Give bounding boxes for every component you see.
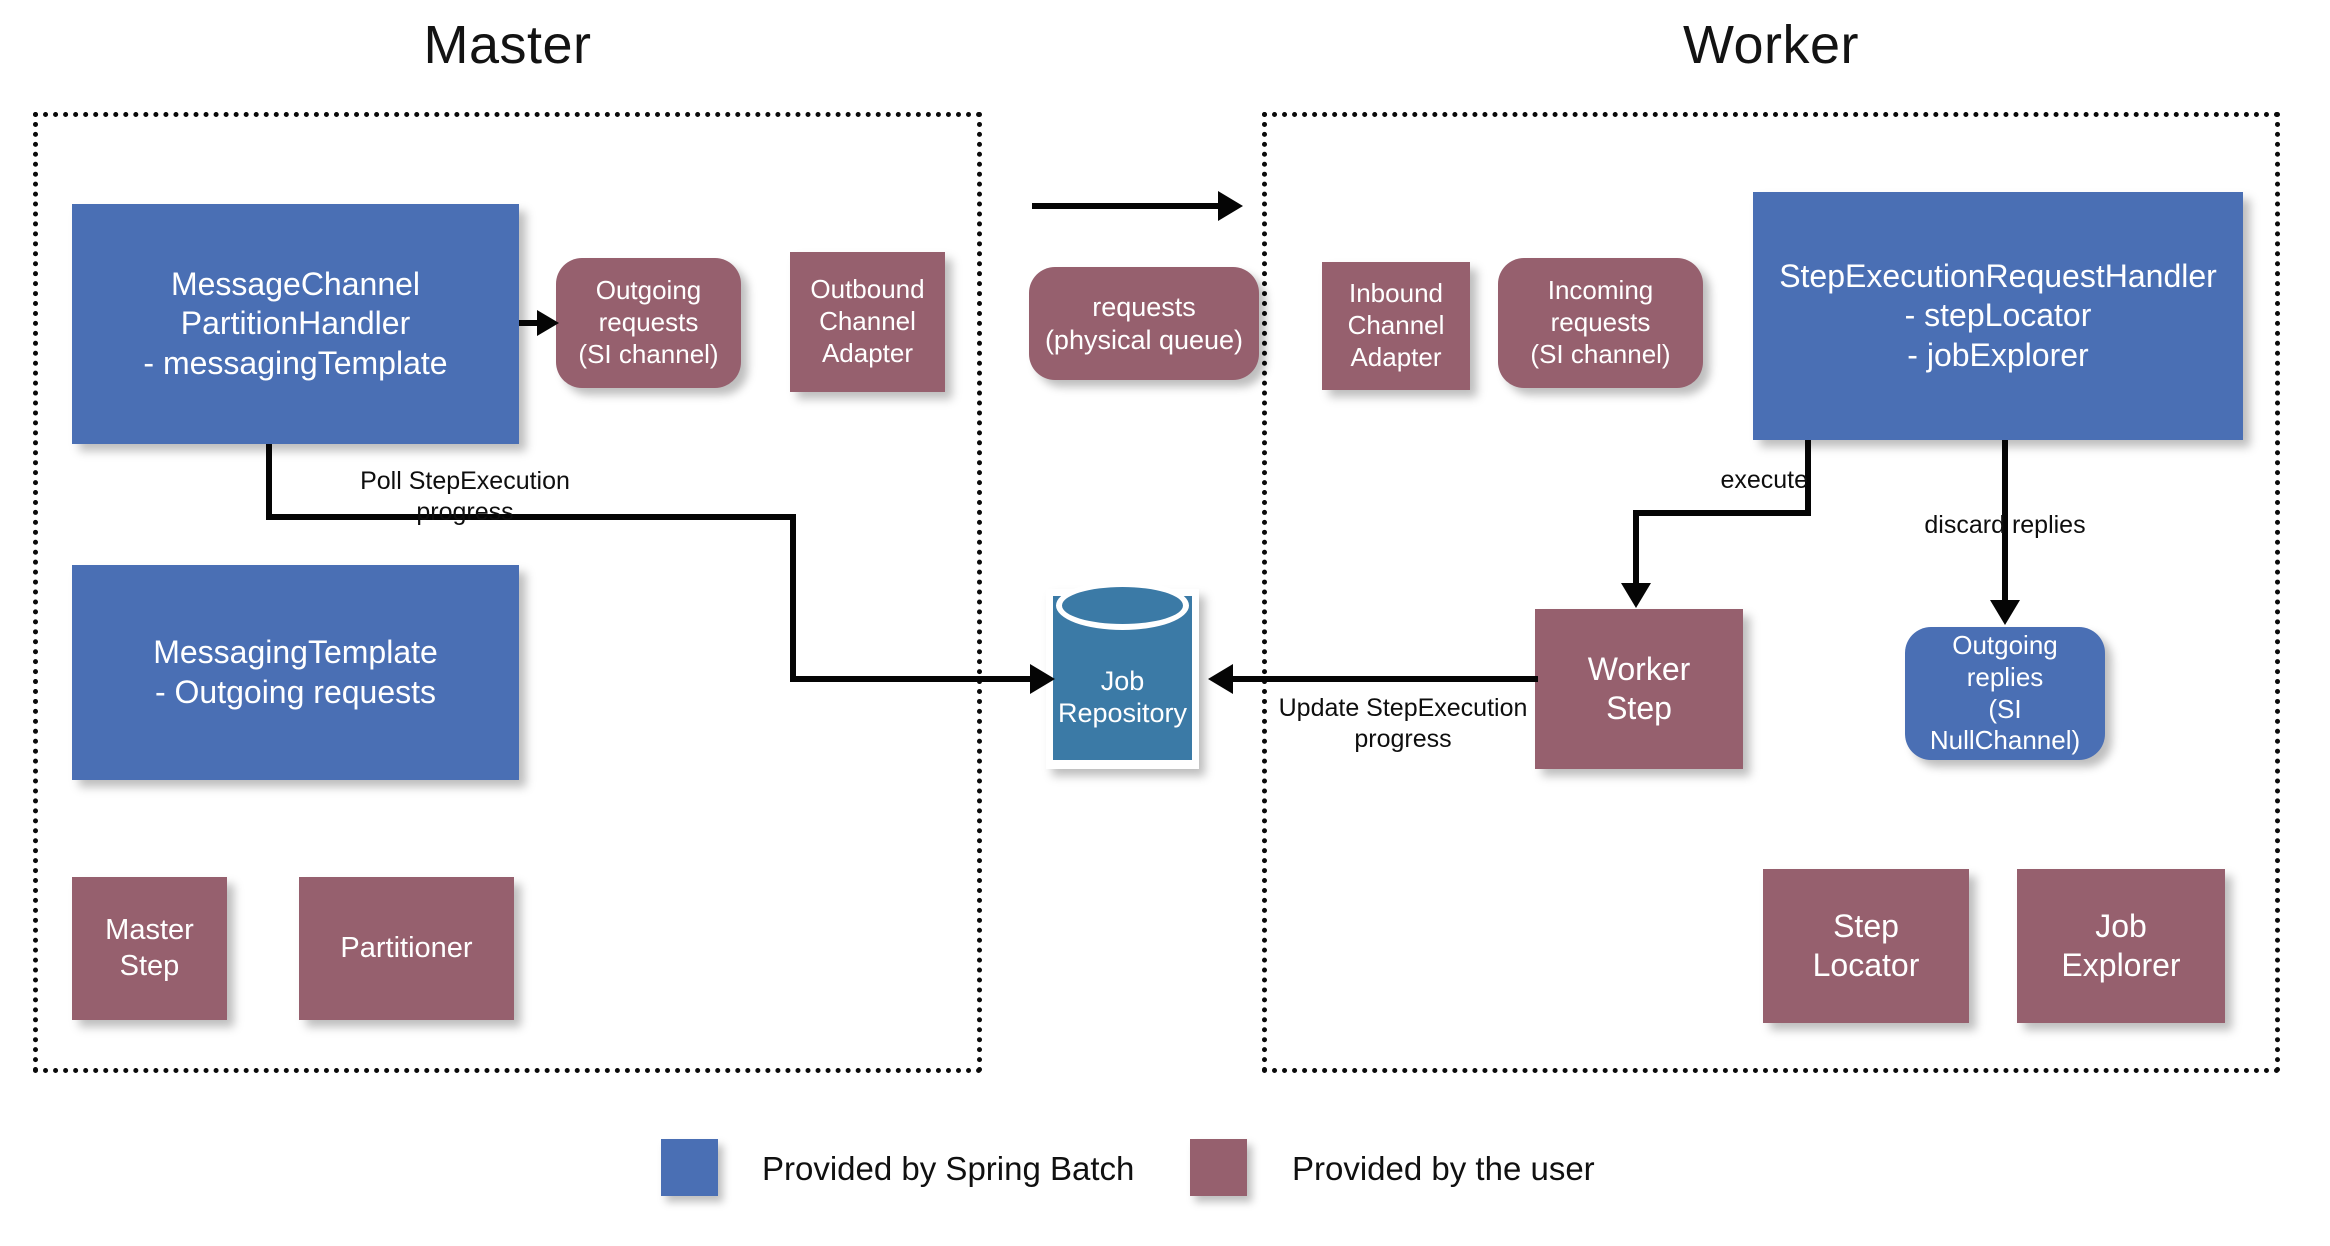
node-requests-physical-queue[interactable]: requests (physical queue) — [1029, 267, 1259, 380]
edge-poll-segment-v2 — [790, 514, 796, 682]
node-step-execution-request-handler[interactable]: StepExecutionRequestHandler - stepLocato… — [1753, 192, 2243, 440]
edge-update-line — [1233, 676, 1538, 682]
edge-poll-segment-v1 — [266, 444, 272, 520]
edge-execute-segment-v2 — [1633, 510, 1639, 586]
legend-swatch-user — [1190, 1139, 1247, 1196]
edge-discard-arrowhead — [1990, 600, 2020, 625]
node-outbound-channel-adapter[interactable]: Outbound Channel Adapter — [790, 252, 945, 392]
node-worker-step[interactable]: Worker Step — [1535, 609, 1743, 769]
node-outgoing-replies-nullchannel[interactable]: Outgoing replies (SI NullChannel) — [1905, 627, 2105, 760]
edge-execute-arrowhead — [1621, 583, 1651, 608]
node-messaging-template[interactable]: MessagingTemplate - Outgoing requests — [72, 565, 519, 780]
edge-label-update-stepexecution: Update StepExecution progress — [1278, 694, 1528, 754]
job-repository-cylinder-top — [1055, 581, 1190, 631]
edge-master-to-worker-line — [1032, 203, 1227, 209]
node-inbound-channel-adapter[interactable]: Inbound Channel Adapter — [1322, 262, 1470, 390]
node-step-locator[interactable]: Step Locator — [1763, 869, 1969, 1023]
edge-master-to-worker-arrowhead — [1218, 191, 1243, 221]
node-message-channel-partition-handler[interactable]: MessageChannel PartitionHandler - messag… — [72, 204, 519, 444]
job-repository-label: Job Repository — [1057, 665, 1188, 729]
master-title: Master — [423, 15, 592, 75]
edge-label-discard-replies: discard replies — [1924, 511, 2086, 539]
legend-label-spring-batch: Provided by Spring Batch — [762, 1150, 1135, 1187]
worker-title: Worker — [1682, 15, 1860, 75]
node-incoming-requests-si-channel[interactable]: Incoming requests (SI channel) — [1498, 258, 1703, 388]
diagram-canvas: Master Worker MessageChannel PartitionHa… — [0, 0, 2330, 1246]
legend-label-user: Provided by the user — [1292, 1150, 1595, 1187]
edge-execute-segment-h1 — [1633, 510, 1811, 516]
node-outgoing-requests-si-channel[interactable]: Outgoing requests (SI channel) — [556, 258, 741, 388]
edge-update-arrowhead — [1208, 664, 1233, 694]
node-partitioner[interactable]: Partitioner — [299, 877, 514, 1020]
node-master-step[interactable]: Master Step — [72, 877, 227, 1020]
edge-poll-segment-h2 — [790, 676, 1044, 682]
edge-label-execute: execute — [1720, 466, 1808, 494]
edge-partitionhandler-to-outgoing-arrowhead — [537, 310, 559, 336]
node-job-repository[interactable]: Job Repository — [1046, 581, 1199, 769]
node-job-explorer[interactable]: Job Explorer — [2017, 869, 2225, 1023]
job-repository-cylinder-body: Job Repository — [1053, 581, 1192, 760]
legend-swatch-spring-batch — [661, 1139, 718, 1196]
edge-poll-arrowhead — [1030, 664, 1055, 694]
edge-label-poll-stepexecution: Poll StepExecution progress — [360, 467, 570, 527]
